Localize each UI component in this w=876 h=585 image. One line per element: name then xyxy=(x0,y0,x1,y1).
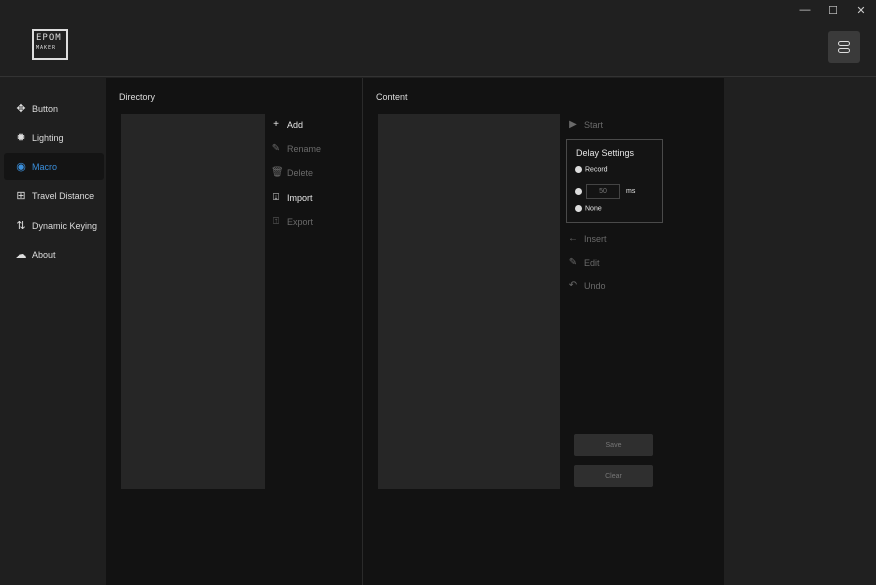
sidebar-item-label: Lighting xyxy=(32,132,64,143)
menu-icon xyxy=(838,41,850,46)
record-label: Record xyxy=(585,166,608,174)
trash-icon: 🗑 xyxy=(271,167,284,178)
sidebar-item-button[interactable]: ✥ Button xyxy=(4,95,104,122)
rename-button[interactable]: ✎ Rename xyxy=(271,143,321,154)
sidebar-item-dynamic-keying[interactable]: ⇅ Dynamic Keying xyxy=(4,212,104,239)
play-icon: ▶ xyxy=(569,119,577,130)
maximize-button[interactable]: ☐ xyxy=(823,4,843,17)
plus-icon: + xyxy=(273,119,279,130)
sidebar-item-about[interactable]: ☁ About xyxy=(4,241,104,268)
start-label: Start xyxy=(584,119,604,130)
logo-subtext: MAKER xyxy=(36,45,57,51)
menu-icon-bar xyxy=(838,48,850,53)
logo-text: EPOM xyxy=(36,33,62,43)
delete-label: Delete xyxy=(287,167,314,178)
sidebar-item-travel-distance[interactable]: ⊞ Travel Distance xyxy=(4,182,104,209)
directory-list[interactable] xyxy=(121,114,265,489)
sidebar: ✥ Button ✹ Lighting ◉ Macro ⊞ Travel Distanc… xyxy=(0,78,106,585)
insert-label: Insert xyxy=(584,233,607,244)
radio-icon xyxy=(575,205,582,212)
sidebar-item-macro[interactable]: ◉ Macro xyxy=(4,153,104,180)
epomaker-logo: EPOM MAKER xyxy=(32,29,68,60)
minimize-button[interactable]: — xyxy=(795,4,815,16)
rename-label: Rename xyxy=(287,143,322,154)
delay-settings-title: Delay Settings xyxy=(576,148,635,158)
import-icon: ⍗ xyxy=(273,192,279,203)
insert-button[interactable]: ← Insert xyxy=(568,233,607,244)
start-button[interactable]: ▶ Start xyxy=(568,119,603,130)
undo-label: Undo xyxy=(584,280,606,291)
directory-title: Directory xyxy=(119,92,156,102)
menu-button[interactable] xyxy=(828,31,860,63)
undo-button[interactable]: ↶ Undo xyxy=(568,280,606,291)
radio-icon xyxy=(575,188,582,195)
add-button[interactable]: + Add xyxy=(271,119,303,130)
delete-button[interactable]: 🗑 Delete xyxy=(271,167,313,178)
edit-button[interactable]: ✎ Edit xyxy=(568,257,600,268)
travel-icon: ⊞ xyxy=(16,190,26,202)
add-label: Add xyxy=(287,119,304,130)
content-panel: Content ▶ Start ← Insert ✎ Edit ↶ Undo xyxy=(362,78,724,585)
dpad-icon: ✥ xyxy=(16,103,26,115)
pencil-icon: ✎ xyxy=(568,257,578,268)
sidebar-item-label: Button xyxy=(32,103,59,114)
export-label: Export xyxy=(287,216,314,227)
save-button[interactable]: Save xyxy=(574,434,653,456)
import-button[interactable]: ⍗ Import xyxy=(271,192,313,203)
import-label: Import xyxy=(287,192,313,203)
sidebar-item-label: Macro xyxy=(32,161,58,172)
sun-icon: ✹ xyxy=(16,132,26,144)
clear-button[interactable]: Clear xyxy=(574,465,653,487)
sidebar-item-lighting[interactable]: ✹ Lighting xyxy=(4,124,104,151)
arrow-left-icon: ← xyxy=(568,233,578,244)
header xyxy=(0,0,876,77)
sidebar-item-label: Travel Distance xyxy=(32,190,95,201)
radio-icon xyxy=(575,166,582,173)
undo-icon: ↶ xyxy=(568,280,578,291)
record-icon: ◉ xyxy=(16,161,26,173)
sidebar-item-label: Dynamic Keying xyxy=(32,220,98,231)
sidebar-item-label: About xyxy=(32,249,56,260)
edit-label: Edit xyxy=(584,257,600,268)
record-radio[interactable]: Record xyxy=(575,166,608,173)
content-list[interactable] xyxy=(378,114,560,489)
export-button[interactable]: ⍐ Export xyxy=(271,216,313,227)
cloud-download-icon: ☁ xyxy=(15,249,27,261)
content-title: Content xyxy=(376,92,408,102)
delay-ms-input[interactable]: 50 xyxy=(586,184,620,199)
none-radio[interactable]: None xyxy=(575,205,602,212)
dynamic-keying-icon: ⇅ xyxy=(16,220,26,232)
directory-panel: Directory + Add ✎ Rename 🗑 Delete ⍗ Import ⍐… xyxy=(106,78,362,585)
delay-settings: Delay Settings Record 50 ms None xyxy=(566,139,663,223)
pencil-icon: ✎ xyxy=(271,143,281,154)
close-button[interactable]: ✕ xyxy=(851,4,871,17)
none-label: None xyxy=(585,205,602,213)
ms-label: ms xyxy=(626,188,636,195)
custom-delay-radio[interactable]: 50 ms xyxy=(575,184,635,199)
export-icon: ⍐ xyxy=(273,216,279,227)
